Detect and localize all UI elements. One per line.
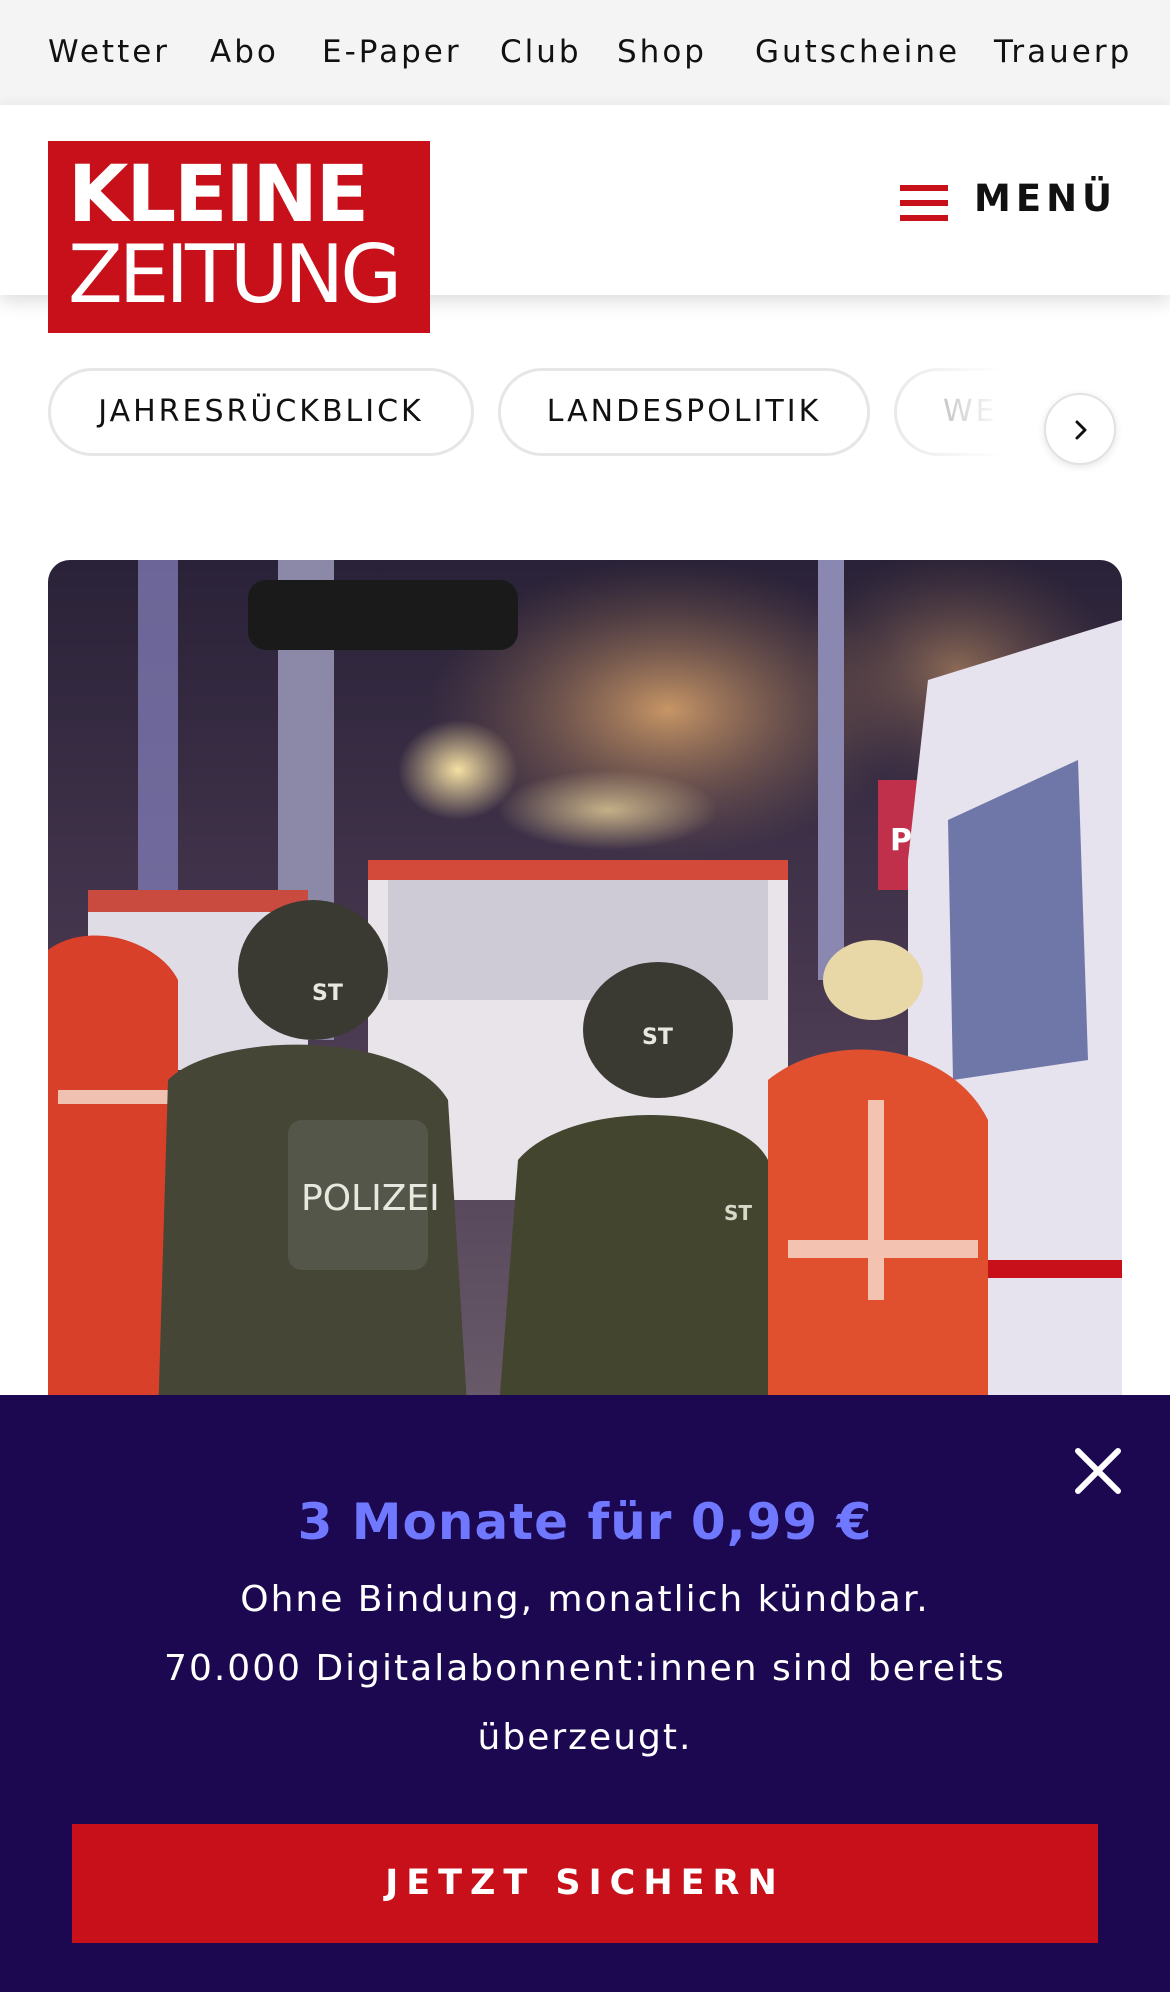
menu-label: MENÜ — [974, 177, 1118, 220]
close-icon — [1075, 1448, 1121, 1494]
utility-nav: Wetter Abo E-Paper Club Shop Gutscheine … — [0, 0, 1170, 105]
offer-line-2: 70.000 Digitalabonnent:innen sind bereit… — [164, 1648, 1006, 1689]
utility-link-obituaries[interactable]: Trauerp — [994, 0, 1132, 105]
utility-link-weather[interactable]: Wetter — [48, 0, 170, 105]
hero-text-st-3: ST — [724, 1201, 752, 1225]
offer-line-3: überzeugt. — [477, 1717, 693, 1758]
utility-link-vouchers[interactable]: Gutscheine — [755, 0, 960, 105]
utility-link-abo[interactable]: Abo — [210, 0, 279, 105]
offer-cta-button[interactable]: JETZT SICHERN — [72, 1824, 1098, 1943]
utility-link-epaper[interactable]: E-Paper — [322, 0, 462, 105]
hamburger-icon — [900, 185, 950, 221]
offer-headline: 3 Monate für 0,99 € — [297, 1493, 873, 1551]
chips-fade-overlay — [880, 360, 1170, 480]
chevron-right-icon — [1075, 420, 1087, 440]
site-logo[interactable]: KLEINE ZEITUNG — [48, 141, 430, 333]
hero-text-st-2: ST — [642, 1025, 673, 1050]
utility-link-shop[interactable]: Shop — [617, 0, 707, 105]
offer-line-1: Ohne Bindung, monatlich kündbar. — [240, 1579, 930, 1620]
utility-link-club[interactable]: Club — [500, 0, 582, 105]
hero-scene: Presse POLIZEI ST ST ST — [48, 560, 1122, 1420]
topic-chip-politics[interactable]: LANDESPOLITIK — [498, 368, 870, 456]
offer-close-button[interactable] — [1072, 1445, 1124, 1497]
hero-image[interactable]: Presse POLIZEI ST ST ST — [48, 560, 1122, 1420]
subscription-offer: 3 Monate für 0,99 € Ohne Bindung, monatl… — [0, 1395, 1170, 1992]
logo-line-2: ZEITUNG — [68, 228, 402, 321]
chips-next-button[interactable] — [1044, 393, 1116, 465]
logo-line-1: KLEINE — [68, 150, 369, 240]
hero-text-polizei: POLIZEI — [301, 1178, 440, 1219]
topic-chip-review[interactable]: JAHRESRÜCKBLICK — [48, 368, 474, 456]
hero-text-st-1: ST — [312, 981, 343, 1006]
menu-button[interactable]: MENÜ — [896, 163, 1126, 243]
